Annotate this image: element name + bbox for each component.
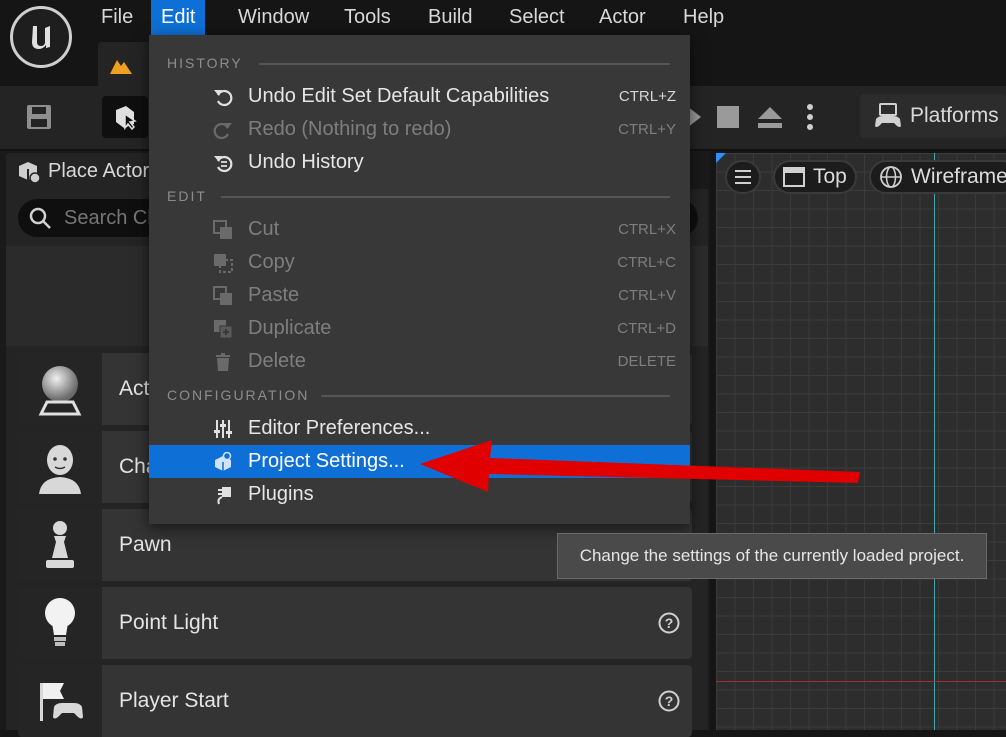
menu-window[interactable]: Window — [228, 0, 319, 35]
redo-icon — [213, 122, 232, 140]
place-actors-tab[interactable]: Place Actor — [6, 153, 166, 189]
player-start-flag-icon — [18, 665, 102, 737]
section-header-edit: EDIT — [167, 188, 207, 204]
menu-item-undo-history[interactable]: Undo History — [149, 146, 690, 179]
menu-item-label: Undo Edit Set Default Capabilities — [248, 85, 550, 107]
more-options-icon[interactable] — [802, 100, 818, 134]
platforms-button[interactable]: Platforms — [860, 94, 1006, 138]
wireframe-globe-icon — [880, 166, 902, 188]
level-warning-icon — [110, 60, 132, 74]
sliders-icon — [214, 420, 232, 438]
menu-build[interactable]: Build — [418, 0, 482, 35]
viewport-mode-button[interactable]: Wireframe — [869, 160, 1006, 194]
place-actors-tab-label: Place Actor — [48, 159, 150, 182]
section-header-configuration: CONFIGURATION — [167, 387, 310, 403]
menu-item-label: Duplicate — [248, 317, 332, 339]
menu-file[interactable]: File — [91, 0, 143, 35]
viewport-view-button[interactable]: Top — [773, 160, 857, 194]
menu-item-shortcut: CTRL+X — [618, 221, 676, 238]
copy-icon — [214, 254, 233, 273]
place-actors-icon — [19, 162, 40, 183]
menu-item-label: Undo History — [248, 151, 364, 173]
actor-item-label: Point Light — [119, 611, 219, 634]
menu-item-shortcut: CTRL+Z — [618, 88, 676, 105]
section-header-history: HISTORY — [167, 55, 243, 71]
menu-item-label: Editor Preferences... — [248, 417, 431, 439]
undo-history-icon — [214, 155, 233, 173]
menu-item-duplicate: Duplicate CTRL+D — [149, 312, 690, 345]
section-divider — [259, 63, 670, 65]
menu-item-shortcut: CTRL+C — [617, 254, 676, 271]
actor-item-player-start[interactable]: Player Start ? — [18, 665, 692, 737]
actor-item-label: Act — [119, 377, 150, 400]
stop-icon[interactable] — [716, 104, 740, 130]
light-bulb-icon — [18, 587, 102, 659]
viewport-menu-button[interactable] — [725, 160, 761, 194]
section-divider — [321, 395, 670, 397]
sphere-actor-icon — [18, 353, 102, 425]
menu-item-shortcut: CTRL+Y — [618, 121, 676, 138]
actor-item-label: Player Start — [119, 689, 229, 712]
help-icon[interactable]: ? — [658, 690, 680, 712]
platforms-label: Platforms — [910, 104, 999, 127]
menu-item-copy: Copy CTRL+C — [149, 246, 690, 279]
menu-item-label: Project Settings... — [248, 450, 405, 472]
menu-item-undo[interactable]: Undo Edit Set Default Capabilities CTRL+… — [149, 80, 690, 113]
viewport-corner-marker — [716, 153, 726, 163]
menu-item-label: Redo (Nothing to redo) — [248, 118, 452, 140]
undo-icon — [214, 89, 233, 107]
viewport-axis-line — [716, 681, 1006, 682]
menu-help[interactable]: Help — [673, 0, 734, 35]
plugin-icon — [217, 487, 231, 505]
menu-item-label: Cut — [248, 218, 280, 240]
menu-item-shortcut: CTRL+V — [618, 287, 676, 304]
actor-item-point-light[interactable]: Point Light ? — [18, 587, 692, 659]
cut-icon — [213, 220, 232, 239]
viewport-view-label: Top — [813, 165, 847, 188]
paste-icon — [213, 286, 232, 305]
viewport-axis-line — [934, 153, 935, 730]
menu-item-label: Paste — [248, 284, 300, 306]
pawn-icon — [18, 509, 102, 581]
trash-icon — [216, 353, 230, 371]
menu-tools[interactable]: Tools — [334, 0, 401, 35]
section-divider — [221, 196, 670, 198]
eject-icon[interactable] — [755, 102, 785, 132]
menu-item-label: Delete — [248, 350, 306, 372]
unreal-logo-icon[interactable] — [10, 6, 72, 68]
svg-text:?: ? — [665, 693, 674, 709]
menu-item-shortcut: DELETE — [617, 353, 676, 370]
hamburger-icon — [735, 170, 751, 184]
annotation-arrow-icon — [420, 440, 860, 492]
project-settings-tooltip: Change the settings of the currently loa… — [557, 533, 987, 579]
select-mode-icon — [116, 106, 137, 130]
menu-item-label: Plugins — [248, 483, 314, 505]
menu-bar: File Edit Window Tools Build Select Acto… — [0, 0, 1006, 37]
menu-item-paste: Paste CTRL+V — [149, 279, 690, 312]
select-mode-button[interactable] — [102, 96, 148, 138]
viewport-mode-label: Wireframe — [911, 165, 1006, 188]
menu-item-delete: Delete DELETE — [149, 345, 690, 378]
save-icon[interactable] — [22, 100, 56, 134]
menu-item-redo: Redo (Nothing to redo) CTRL+Y — [149, 113, 690, 146]
menu-item-label: Copy — [248, 251, 295, 273]
help-icon[interactable]: ? — [658, 612, 680, 634]
menu-item-cut: Cut CTRL+X — [149, 213, 690, 246]
project-settings-icon — [215, 452, 232, 471]
menu-actor[interactable]: Actor — [589, 0, 656, 35]
character-head-icon — [18, 431, 102, 503]
search-icon — [29, 207, 51, 229]
platforms-icon — [875, 103, 901, 127]
menu-edit[interactable]: Edit — [151, 0, 206, 35]
menu-select[interactable]: Select — [499, 0, 575, 35]
menu-item-shortcut: CTRL+D — [617, 320, 676, 337]
duplicate-icon — [214, 320, 233, 339]
svg-text:?: ? — [665, 615, 674, 631]
view-top-icon — [783, 167, 805, 187]
